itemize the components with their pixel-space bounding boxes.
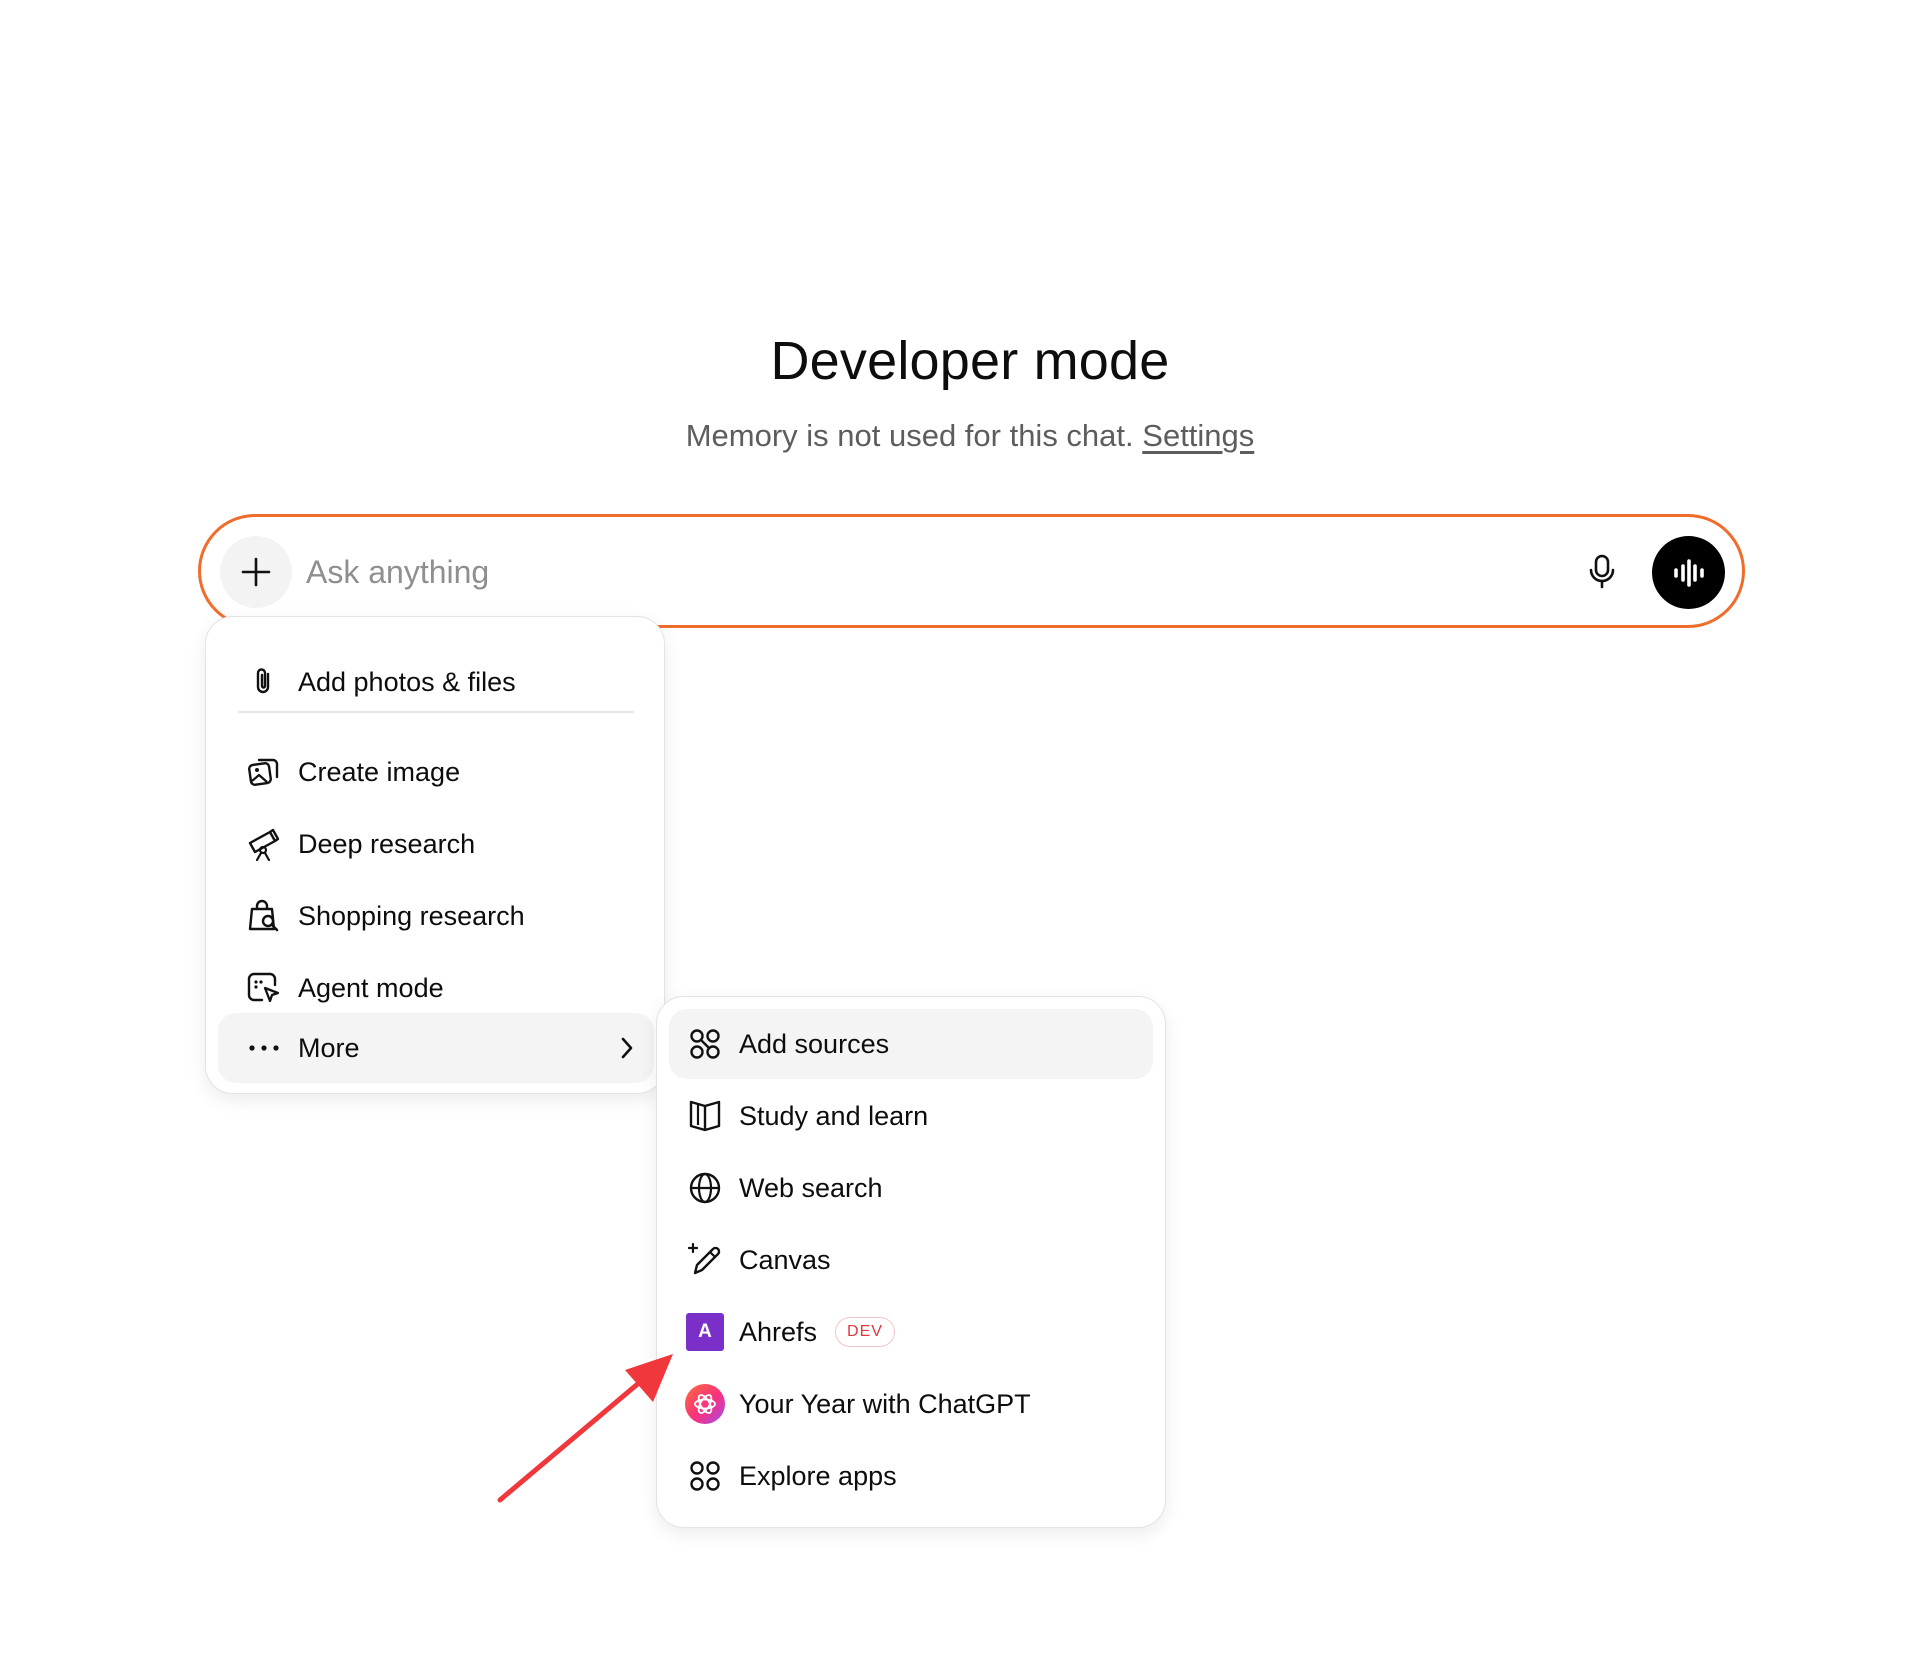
menu-item-add-sources[interactable]: Add sources [669, 1009, 1153, 1079]
menu-item-label: Add sources [739, 1028, 890, 1059]
menu-item-label: More [298, 1032, 360, 1063]
menu-item-ahrefs[interactable]: A Ahrefs DEV [669, 1297, 1153, 1367]
menu-item-deep-research[interactable]: Deep research [228, 809, 644, 879]
open-book-icon [685, 1096, 725, 1136]
agent-cursor-icon [244, 968, 284, 1008]
prompt-input[interactable] [306, 548, 1556, 596]
menu-item-label: Agent mode [298, 972, 444, 1003]
annotation-arrow [497, 1354, 673, 1503]
shopping-bag-search-icon [244, 896, 284, 936]
dictate-button[interactable] [1578, 548, 1626, 596]
chevron-right-icon [621, 1037, 633, 1059]
menu-item-label: Create image [298, 756, 461, 787]
menu-item-explore-apps[interactable]: Explore apps [669, 1441, 1153, 1511]
memory-notice-text: Memory is not used for this chat. [685, 418, 1134, 453]
menu-item-label: Study and learn [739, 1100, 929, 1131]
apps-grid-icon [685, 1456, 725, 1496]
menu-item-your-year-with-chatgpt[interactable]: Your Year with ChatGPT [669, 1369, 1153, 1439]
menu-item-label: Shopping research [298, 900, 525, 931]
menu-item-more[interactable]: More [218, 1013, 654, 1083]
menu-item-shopping-research[interactable]: Shopping research [228, 881, 644, 951]
memory-notice: Memory is not used for this chat. Settin… [0, 418, 1908, 454]
paperclip-icon [244, 662, 284, 702]
menu-item-label: Web search [739, 1172, 883, 1203]
menu-item-label: Explore apps [739, 1460, 897, 1491]
more-submenu: Add sources Study and learn Web search C… [656, 996, 1166, 1528]
menu-item-label: Deep research [298, 828, 476, 859]
menu-item-label: Add photos & files [298, 666, 516, 697]
menu-item-web-search[interactable]: Web search [669, 1153, 1153, 1223]
globe-icon [685, 1168, 725, 1208]
microphone-icon [1589, 554, 1615, 589]
settings-link[interactable]: Settings [1142, 418, 1254, 453]
menu-item-label: Canvas [739, 1244, 831, 1275]
sources-icon [685, 1024, 725, 1064]
chatgpt-year-logo [685, 1384, 725, 1424]
page-title: Developer mode [770, 331, 1170, 391]
dev-badge: DEV [835, 1317, 895, 1347]
plus-icon [241, 557, 271, 587]
ahrefs-logo: A [686, 1313, 724, 1351]
voice-waveform-icon [1673, 558, 1704, 587]
pencil-sparkle-icon [685, 1240, 725, 1280]
menu-divider [238, 711, 634, 713]
image-create-icon [244, 752, 284, 792]
menu-item-label: Ahrefs [739, 1316, 818, 1347]
add-attachment-button[interactable] [220, 536, 292, 608]
menu-item-label: Your Year with ChatGPT [739, 1388, 1031, 1419]
ellipsis-icon [244, 1028, 284, 1068]
menu-item-canvas[interactable]: Canvas [669, 1225, 1153, 1295]
menu-item-add-photos-files[interactable]: Add photos & files [228, 647, 644, 717]
menu-item-create-image[interactable]: Create image [228, 737, 644, 807]
composer-tools-menu: Add photos & files Create image Deep res… [205, 616, 665, 1094]
telescope-icon [244, 824, 284, 864]
voice-mode-button[interactable] [1652, 536, 1725, 609]
menu-item-study-and-learn[interactable]: Study and learn [669, 1081, 1153, 1151]
